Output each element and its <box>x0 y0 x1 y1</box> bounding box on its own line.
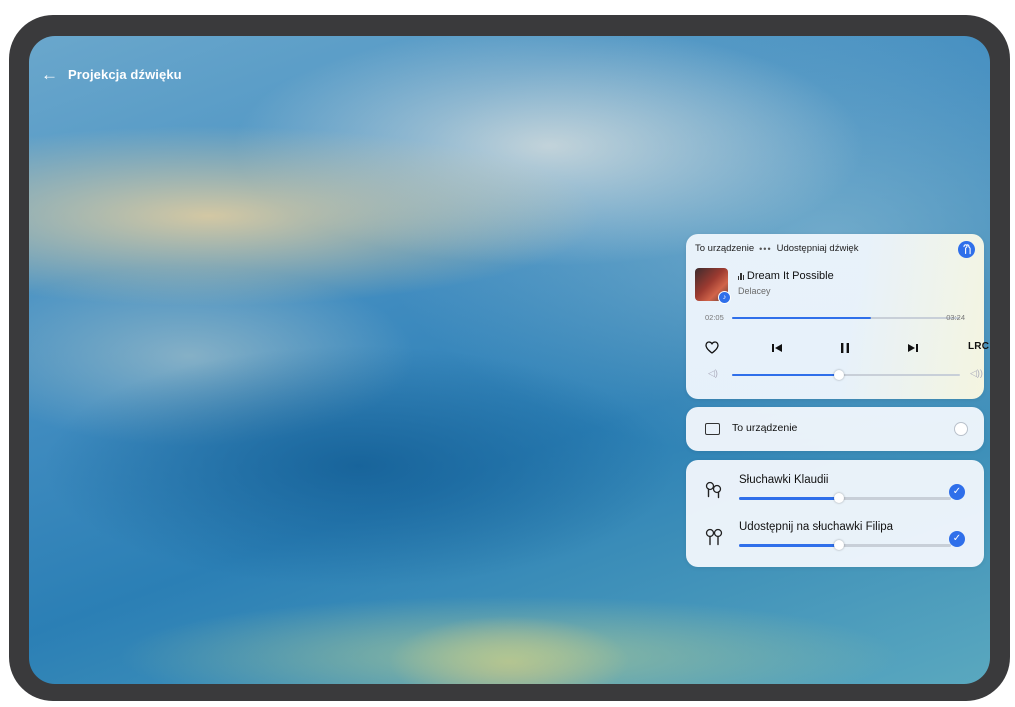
music-app-icon: ♪ <box>718 291 731 304</box>
source-label: To urządzenie <box>695 243 755 254</box>
share-label: Udostępniaj dźwięk <box>776 243 859 254</box>
tablet-icon <box>705 423 720 435</box>
headphone-label: Słuchawki Klaudii <box>739 474 829 486</box>
lyrics-button[interactable]: LRC <box>968 338 989 356</box>
player-volume-slider[interactable] <box>732 370 960 380</box>
wallpaper-screen: ← Projekcja dźwięku To urządzenie ••• Ud… <box>29 36 990 684</box>
playback-controls: LRC <box>686 338 989 356</box>
route-separator: ••• <box>759 243 772 254</box>
headphone-volume-slider[interactable] <box>739 493 951 503</box>
playback-progress-bar[interactable] <box>732 317 960 319</box>
total-duration: 03:24 <box>946 313 965 322</box>
pause-icon[interactable] <box>840 338 850 356</box>
earbuds-icon <box>704 528 724 551</box>
headphone-volume-fill <box>739 544 839 547</box>
audio-route-breadcrumb: To urządzenie ••• Udostępniaj dźwięk <box>695 243 858 254</box>
playing-bars-icon <box>738 272 744 280</box>
headphone-row-filip[interactable]: Udostępnij na słuchawki Filipa ✓ <box>686 521 984 561</box>
headphone-label: Udostępnij na słuchawki Filipa <box>739 521 894 533</box>
player-card: To urządzenie ••• Udostępniaj dźwięk ♪ D… <box>686 234 989 399</box>
arrow-left-icon: ← <box>41 65 58 84</box>
headphone-row-klaudia[interactable]: Słuchawki Klaudii ✓ <box>686 474 984 514</box>
volume-low-icon: ◁) <box>708 368 718 378</box>
next-icon[interactable] <box>907 338 918 356</box>
this-device-label: To urządzenie <box>732 422 798 434</box>
page-title: Projekcja dźwięku <box>68 67 182 82</box>
back-button[interactable]: ← Projekcja dźwięku <box>41 66 182 83</box>
heart-icon[interactable] <box>705 338 719 356</box>
headphone-volume-slider[interactable] <box>739 540 951 550</box>
player-volume-row: ◁) ◁)) <box>686 368 984 382</box>
headphone-volume-thumb[interactable] <box>833 493 844 503</box>
song-title-row: Dream It Possible <box>738 270 834 282</box>
song-title: Dream It Possible <box>746 270 834 282</box>
checkmark-icon[interactable]: ✓ <box>949 484 965 500</box>
share-audio-icon[interactable] <box>958 241 975 258</box>
headphones-card: Słuchawki Klaudii ✓ Udostępnij na słucha… <box>686 460 984 567</box>
this-device-radio[interactable] <box>954 422 968 436</box>
progress-fill <box>732 317 872 319</box>
album-art: ♪ <box>695 268 731 304</box>
headphone-volume-thumb[interactable] <box>833 540 844 550</box>
earbuds-icon <box>704 481 724 504</box>
artist-name: Delacey <box>738 286 771 296</box>
tablet-frame: ← Projekcja dźwięku To urządzenie ••• Ud… <box>9 15 1010 701</box>
checkmark-icon[interactable]: ✓ <box>949 531 965 547</box>
headphone-volume-fill <box>739 497 839 500</box>
volume-high-icon: ◁)) <box>970 368 983 378</box>
previous-icon[interactable] <box>772 338 783 356</box>
volume-fill <box>732 374 840 376</box>
output-this-device[interactable]: To urządzenie <box>686 407 984 451</box>
volume-thumb[interactable] <box>834 370 845 380</box>
elapsed-time: 02:05 <box>705 313 724 322</box>
